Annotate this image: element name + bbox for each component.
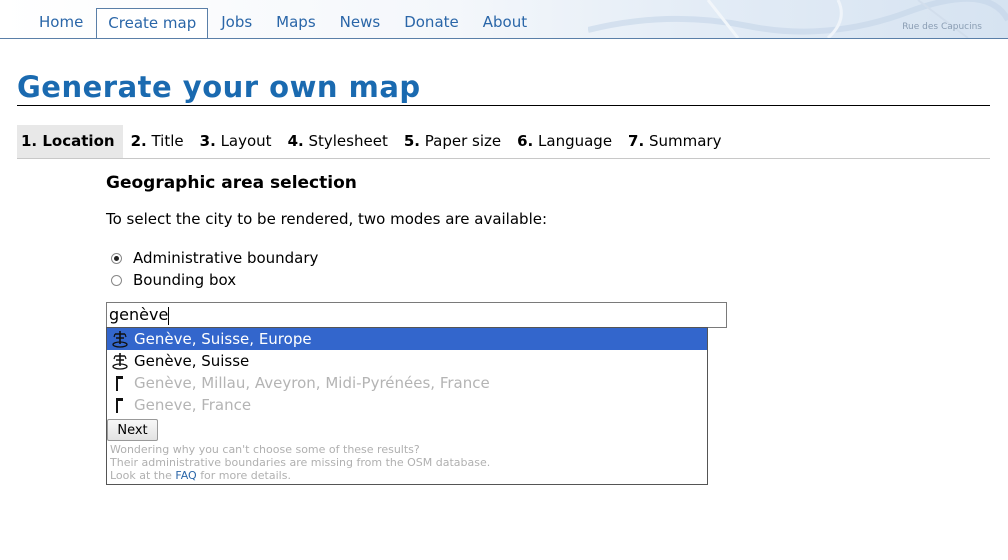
nav-maps[interactable]: Maps: [265, 8, 326, 37]
step-stylesheet[interactable]: 4. Stylesheet: [288, 125, 396, 158]
step-number: 6.: [517, 132, 534, 150]
faq-link[interactable]: FAQ: [175, 469, 196, 482]
step-number: 7.: [628, 132, 645, 150]
section-intro: To select the city to be rendered, two m…: [106, 210, 548, 228]
suggestion-text: Geneve, France: [134, 396, 252, 414]
help-text-after: for more details.: [200, 469, 291, 482]
suggestion-item: Genève, Millau, Aveyron, Midi-Pyrénées, …: [107, 372, 707, 394]
step-location[interactable]: 1. Location: [17, 125, 123, 158]
mode-bounding-box[interactable]: Bounding box: [111, 271, 236, 289]
step-language[interactable]: 6. Language: [517, 125, 620, 158]
help-text: Wondering why you can't choose some of t…: [110, 443, 490, 482]
city-search-input[interactable]: genève: [106, 302, 727, 328]
step-number: 2.: [130, 132, 147, 150]
step-summary[interactable]: 7. Summary: [628, 125, 729, 158]
bounding-box-radio[interactable]: [111, 274, 122, 286]
help-line: Their administrative boundaries are miss…: [110, 456, 491, 469]
title-divider: [17, 105, 990, 106]
step-number: 3.: [199, 132, 216, 150]
step-label: Location: [42, 132, 115, 150]
top-bar: Rue des Capucins Home Create map Jobs Ma…: [0, 0, 1008, 39]
suggestion-dropdown: Genève, Suisse, Europe Genève, Suisse Ge…: [106, 327, 708, 485]
main-nav: Home Create map Jobs Maps News Donate Ab…: [28, 8, 540, 38]
suggestion-item[interactable]: Genève, Suisse: [107, 350, 707, 372]
suggestion-text: Genève, Suisse, Europe: [134, 330, 312, 348]
admin-boundary-icon: [110, 329, 130, 349]
radio-label: Administrative boundary: [133, 249, 319, 267]
section-heading: Geographic area selection: [106, 173, 357, 193]
map-background: [588, 0, 1008, 38]
admin-boundary-icon: [110, 351, 130, 371]
mode-admin-boundary[interactable]: Administrative boundary: [111, 249, 318, 267]
step-label: Title: [151, 132, 184, 150]
wizard-steps: 1. Location 2. Title 3. Layout 4. Styles…: [17, 125, 990, 159]
page-title: Generate your own map: [17, 70, 421, 104]
text-caret: [168, 306, 170, 325]
step-number: 5.: [403, 132, 420, 150]
suggestion-text: Genève, Millau, Aveyron, Midi-Pyrénées, …: [134, 374, 490, 392]
step-title[interactable]: 2. Title: [131, 125, 192, 158]
suggestion-item[interactable]: Genève, Suisse, Europe: [107, 328, 707, 350]
radio-label: Bounding box: [133, 271, 237, 289]
step-label: Language: [538, 132, 613, 150]
nav-home[interactable]: Home: [28, 8, 94, 37]
step-layout[interactable]: 3. Layout: [200, 125, 280, 158]
nav-donate[interactable]: Donate: [393, 8, 470, 37]
admin-boundary-radio[interactable]: [111, 252, 122, 264]
step-number: 4.: [287, 132, 304, 150]
step-label: Layout: [220, 132, 272, 150]
nav-jobs[interactable]: Jobs: [210, 8, 263, 37]
nav-create-map[interactable]: Create map: [96, 8, 209, 38]
step-label: Paper size: [424, 132, 502, 150]
step-label: Summary: [648, 132, 722, 150]
step-paper-size[interactable]: 5. Paper size: [404, 125, 509, 158]
next-button[interactable]: Next: [107, 419, 158, 441]
search-value: genève: [109, 305, 169, 324]
nav-about[interactable]: About: [472, 8, 538, 37]
help-line: Look at the FAQ for more details.: [110, 469, 490, 482]
flag-icon: [110, 373, 130, 393]
step-number: 1.: [21, 132, 38, 150]
suggestion-text: Genève, Suisse: [134, 352, 250, 370]
help-text-before: Look at the: [110, 469, 172, 482]
help-line: Wondering why you can't choose some of t…: [110, 443, 420, 456]
step-label: Stylesheet: [308, 132, 388, 150]
nav-news[interactable]: News: [329, 8, 392, 37]
suggestion-item: Geneve, France: [107, 394, 707, 416]
map-label: Rue des Capucins: [902, 22, 982, 32]
flag-icon: [110, 395, 130, 415]
